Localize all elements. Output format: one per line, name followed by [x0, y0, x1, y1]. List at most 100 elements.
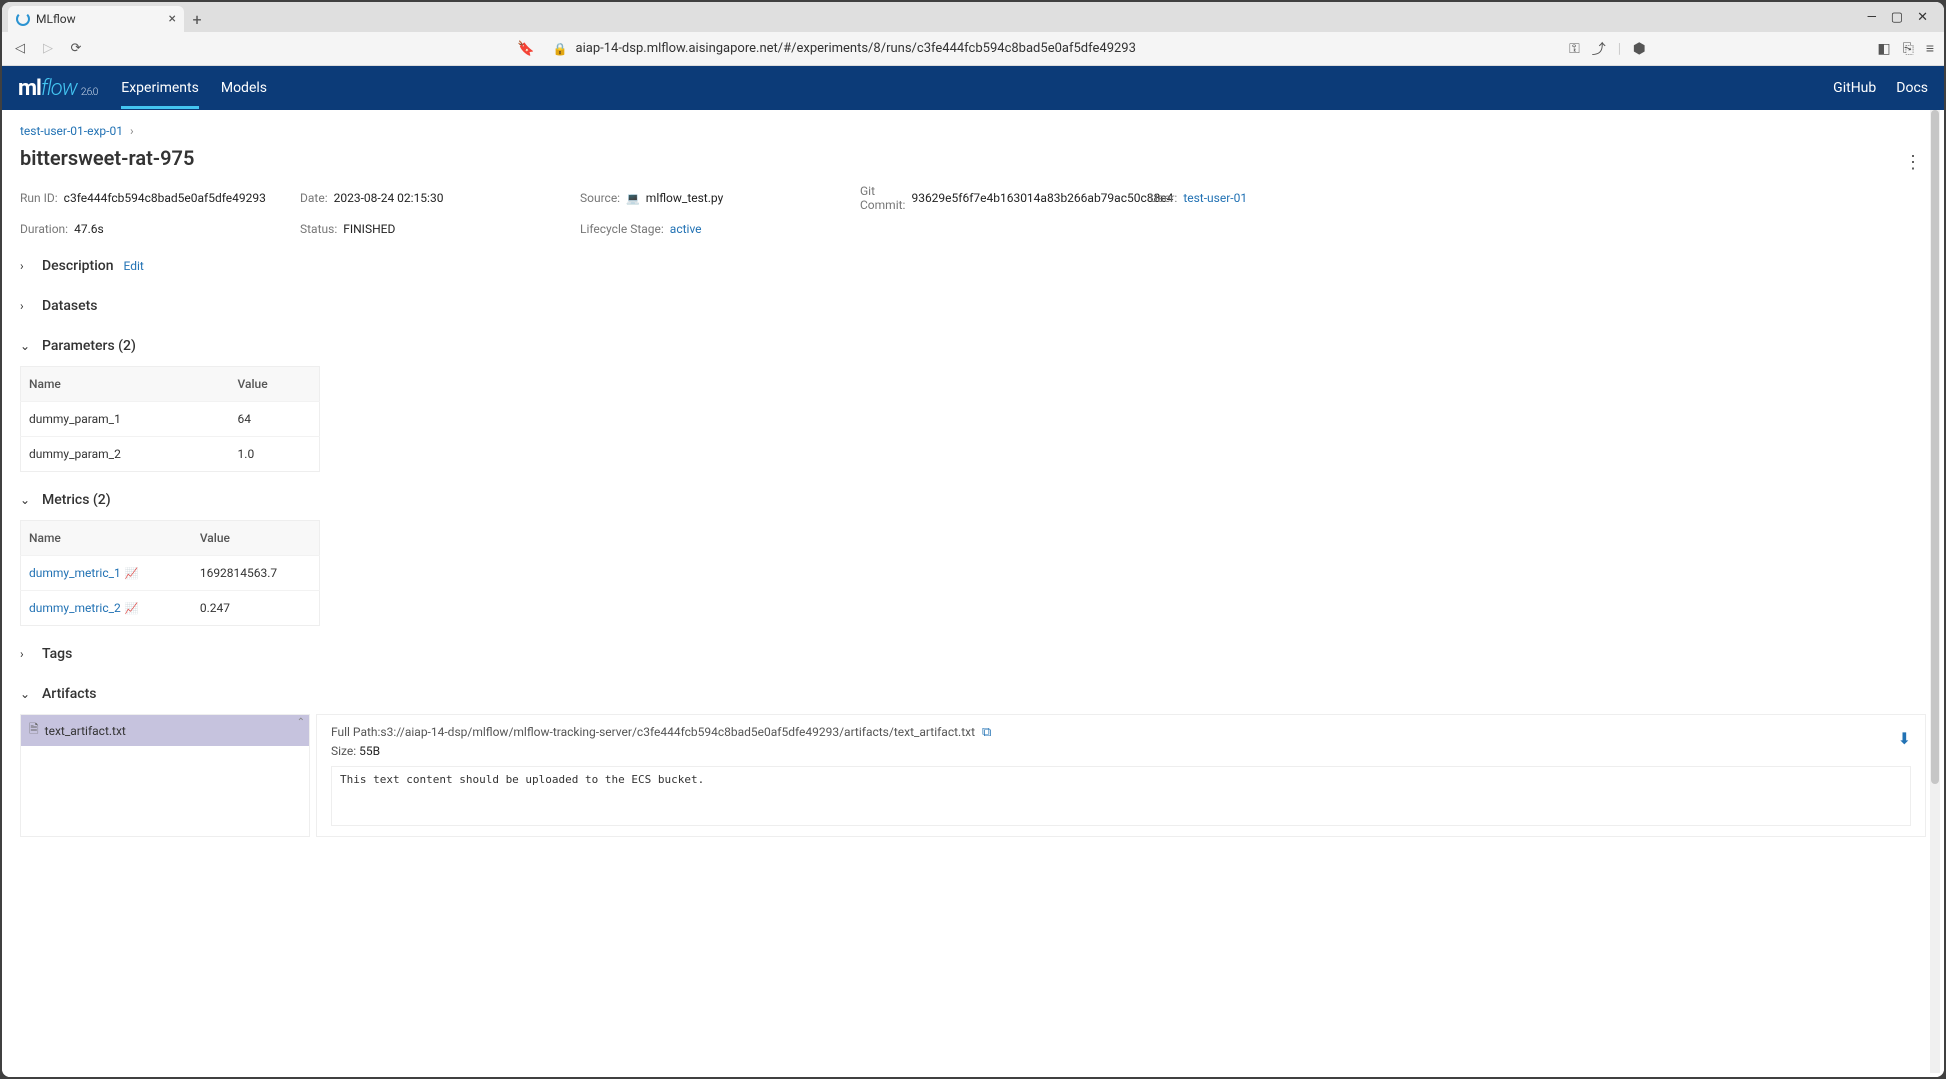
section-parameters-header[interactable]: ⌄ Parameters (2) — [20, 334, 1926, 358]
col-value: Value — [230, 367, 320, 402]
table-row: dummy_param_2 1.0 — [21, 437, 320, 472]
brave-shield-icon[interactable]: ⬢ — [1633, 41, 1645, 57]
duration-label: Duration: — [20, 222, 68, 236]
file-icon: 🗎 — [29, 720, 39, 741]
key-icon[interactable]: ⚿ — [1569, 41, 1580, 57]
lifecycle-value[interactable]: active — [670, 222, 702, 236]
share-icon[interactable]: ⤴ — [1592, 39, 1606, 59]
artifact-file-item[interactable]: 🗎 text_artifact.txt ⌃ — [21, 715, 309, 746]
minimize-button[interactable]: — — [1867, 10, 1877, 25]
chevron-right-icon: › — [20, 647, 32, 661]
section-datasets-header[interactable]: › Datasets — [20, 294, 1926, 318]
nav-models[interactable]: Models — [221, 68, 267, 108]
download-artifact-button[interactable]: ⬇ — [1898, 729, 1911, 748]
git-commit-value: 93629e5f6f7e4b163014a83b266ab79ac50c88e4 — [911, 191, 1173, 205]
section-artifacts-title: Artifacts — [42, 686, 96, 702]
source-value: mlflow_test.py — [646, 191, 723, 205]
chevron-down-icon: ⌄ — [20, 339, 32, 353]
section-artifacts-header[interactable]: ⌄ Artifacts — [20, 682, 1926, 706]
duration-value: 47.6s — [74, 222, 104, 236]
scrollbar-thumb[interactable] — [1931, 110, 1939, 784]
url-region[interactable]: 🔖 🔒 aiap-14-dsp.mlflow.aisingapore.net/#… — [96, 41, 1557, 57]
close-window-button[interactable]: ✕ — [1917, 10, 1928, 25]
section-parameters-title: Parameters (2) — [42, 338, 136, 354]
full-path-value: s3://aiap-14-dsp/mlflow/mlflow-tracking-… — [380, 725, 975, 739]
date-value: 2023-08-24 02:15:30 — [334, 191, 444, 205]
git-commit-label: Git Commit: — [860, 184, 905, 212]
chevron-right-icon: › — [20, 259, 32, 273]
chevron-down-icon: ⌄ — [20, 687, 32, 701]
metrics-table: Name Value dummy_metric_1📈 1692814563.7 … — [20, 520, 320, 626]
laptop-icon: 💻 — [626, 192, 640, 205]
artifact-viewer: ⬇ Full Path:s3://aiap-14-dsp/mlflow/mlfl… — [316, 714, 1926, 837]
param-value: 1.0 — [230, 437, 320, 472]
table-row: dummy_param_1 64 — [21, 402, 320, 437]
description-edit-link[interactable]: Edit — [124, 259, 144, 273]
page-body: test-user-01-exp-01 › bittersweet-rat-97… — [2, 110, 1944, 1077]
status-label: Status: — [300, 222, 337, 236]
url-text: aiap-14-dsp.mlflow.aisingapore.net/#/exp… — [576, 41, 1136, 56]
table-row: dummy_metric_2📈 0.247 — [21, 591, 320, 626]
mlflow-topnav: mlflow 2.6.0 Experiments Models GitHub D… — [2, 66, 1944, 110]
chevron-down-icon: ⌄ — [20, 493, 32, 507]
sidebar-toggle-icon[interactable]: ◧ — [1877, 41, 1890, 57]
scrollbar[interactable] — [1930, 110, 1940, 1073]
param-name: dummy_param_2 — [21, 437, 230, 472]
close-tab-icon[interactable]: × — [169, 11, 176, 27]
chart-icon[interactable]: 📈 — [125, 602, 139, 615]
full-path-label: Full Path: — [331, 725, 380, 739]
nav-docs[interactable]: Docs — [1896, 80, 1928, 96]
menu-icon[interactable]: ≡ — [1926, 40, 1934, 57]
section-tags-header[interactable]: › Tags — [20, 642, 1926, 666]
mlflow-logo: mlflow 2.6.0 — [18, 76, 97, 101]
lifecycle-label: Lifecycle Stage: — [580, 222, 664, 236]
run-id-label: Run ID: — [20, 191, 58, 205]
bookmark-icon[interactable]: 🔖 — [517, 41, 534, 57]
lock-icon: 🔒 — [553, 42, 568, 56]
breadcrumb-experiment-link[interactable]: test-user-01-exp-01 — [20, 124, 123, 138]
caret-up-icon: ⌃ — [297, 717, 305, 728]
window-controls: — ▢ ✕ — [1857, 2, 1938, 32]
run-actions-menu[interactable]: ⋮ — [1904, 152, 1922, 173]
metric-link[interactable]: dummy_metric_1 — [29, 566, 121, 580]
col-name: Name — [21, 521, 192, 556]
tab-favicon-icon — [16, 12, 30, 26]
size-label: Size: — [331, 744, 356, 758]
forward-button[interactable]: ▷ — [40, 41, 56, 57]
section-metrics-title: Metrics (2) — [42, 492, 111, 508]
section-metrics-header[interactable]: ⌄ Metrics (2) — [20, 488, 1926, 512]
chart-icon[interactable]: 📈 — [125, 567, 139, 580]
status-value: FINISHED — [343, 222, 395, 236]
nav-github[interactable]: GitHub — [1833, 80, 1876, 96]
new-tab-button[interactable]: + — [184, 6, 210, 32]
divider: | — [1618, 41, 1621, 57]
artifact-file-name: text_artifact.txt — [45, 724, 126, 738]
section-tags-title: Tags — [42, 646, 72, 662]
chevron-right-icon: › — [20, 299, 32, 313]
section-description-header[interactable]: › Description Edit — [20, 254, 1926, 278]
maximize-button[interactable]: ▢ — [1891, 10, 1903, 25]
copy-path-button[interactable]: ⧉ — [982, 725, 991, 740]
reload-button[interactable]: ⟳ — [68, 41, 84, 57]
breadcrumb: test-user-01-exp-01 › — [20, 124, 1926, 138]
browser-tab[interactable]: MLflow × — [8, 6, 184, 32]
run-title: bittersweet-rat-975 — [20, 146, 1926, 170]
col-name: Name — [21, 367, 230, 402]
user-link[interactable]: test-user-01 — [1183, 191, 1247, 205]
parameters-table: Name Value dummy_param_1 64 dummy_param_… — [20, 366, 320, 472]
section-datasets-title: Datasets — [42, 298, 97, 314]
source-label: Source: — [580, 191, 620, 205]
size-value: 55B — [359, 744, 380, 758]
back-button[interactable]: ◁ — [12, 41, 28, 57]
chevron-right-icon: › — [130, 124, 134, 138]
nav-experiments[interactable]: Experiments — [121, 68, 199, 108]
version-label: 2.6.0 — [81, 87, 97, 98]
run-id-value: c3fe444fcb594c8bad5e0af5dfe49293 — [64, 191, 266, 205]
install-app-icon[interactable]: ⎘ — [1903, 41, 1914, 57]
col-value: Value — [192, 521, 320, 556]
section-description-title: Description — [42, 258, 114, 274]
metric-link[interactable]: dummy_metric_2 — [29, 601, 121, 615]
browser-tab-strip: MLflow × + — ▢ ✕ — [2, 2, 1944, 32]
param-value: 64 — [230, 402, 320, 437]
run-metadata: Run ID: c3fe444fcb594c8bad5e0af5dfe49293… — [20, 184, 1926, 236]
